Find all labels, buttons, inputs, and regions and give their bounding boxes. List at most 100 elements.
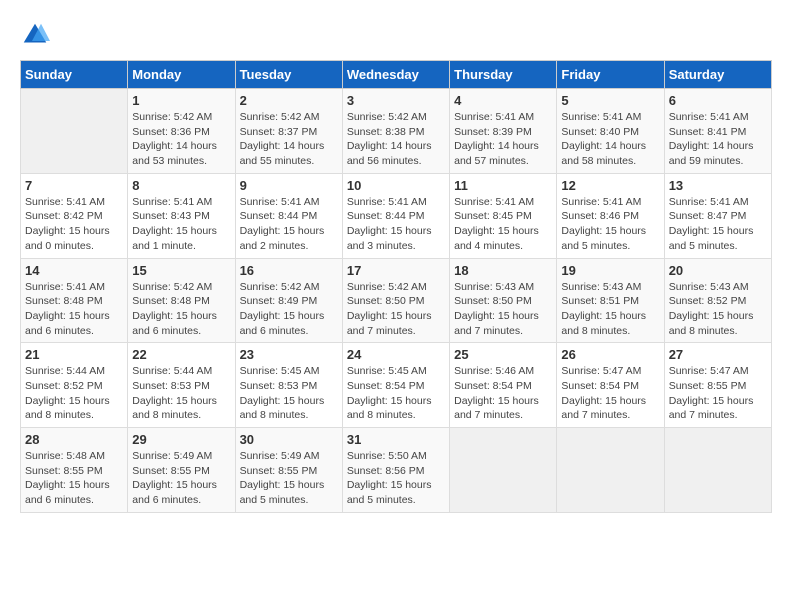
calendar-cell: 31 Sunrise: 5:50 AM Sunset: 8:56 PM Dayli… [342, 428, 449, 513]
calendar-cell: 14 Sunrise: 5:41 AM Sunset: 8:48 PM Dayli… [21, 258, 128, 343]
calendar-cell: 3 Sunrise: 5:42 AM Sunset: 8:38 PM Daylig… [342, 89, 449, 174]
day-number: 19 [561, 263, 659, 278]
calendar-cell: 4 Sunrise: 5:41 AM Sunset: 8:39 PM Daylig… [450, 89, 557, 174]
day-info: Sunrise: 5:41 AM Sunset: 8:45 PM Dayligh… [454, 195, 552, 254]
day-number: 27 [669, 347, 767, 362]
day-info: Sunrise: 5:41 AM Sunset: 8:43 PM Dayligh… [132, 195, 230, 254]
calendar-cell: 24 Sunrise: 5:45 AM Sunset: 8:54 PM Dayli… [342, 343, 449, 428]
day-number: 16 [240, 263, 338, 278]
calendar-cell: 28Sunrise: 5:48 AM Sunset: 8:55 PM Dayli… [21, 428, 128, 513]
day-number: 3 [347, 93, 445, 108]
day-info: Sunrise: 5:47 AM Sunset: 8:54 PM Dayligh… [561, 364, 659, 423]
day-info: Sunrise: 5:48 AM Sunset: 8:55 PM Dayligh… [25, 449, 123, 508]
day-info: Sunrise: 5:41 AM Sunset: 8:46 PM Dayligh… [561, 195, 659, 254]
calendar-table: SundayMondayTuesdayWednesdayThursdayFrid… [20, 60, 772, 513]
day-number: 24 [347, 347, 445, 362]
calendar-week-row: 28Sunrise: 5:48 AM Sunset: 8:55 PM Dayli… [21, 428, 772, 513]
day-info: Sunrise: 5:42 AM Sunset: 8:48 PM Dayligh… [132, 280, 230, 339]
day-info: Sunrise: 5:45 AM Sunset: 8:54 PM Dayligh… [347, 364, 445, 423]
calendar-cell: 30 Sunrise: 5:49 AM Sunset: 8:55 PM Dayli… [235, 428, 342, 513]
day-number: 11 [454, 178, 552, 193]
calendar-cell: 12 Sunrise: 5:41 AM Sunset: 8:46 PM Dayli… [557, 173, 664, 258]
calendar-cell: 13 Sunrise: 5:41 AM Sunset: 8:47 PM Dayli… [664, 173, 771, 258]
day-info: Sunrise: 5:41 AM Sunset: 8:42 PM Dayligh… [25, 195, 123, 254]
day-info: Sunrise: 5:46 AM Sunset: 8:54 PM Dayligh… [454, 364, 552, 423]
calendar-cell [21, 89, 128, 174]
calendar-cell: 7 Sunrise: 5:41 AM Sunset: 8:42 PM Daylig… [21, 173, 128, 258]
day-number: 4 [454, 93, 552, 108]
weekday-header-monday: Monday [128, 61, 235, 89]
calendar-week-row: 1Sunrise: 5:42 AM Sunset: 8:36 PM Daylig… [21, 89, 772, 174]
calendar-cell: 6 Sunrise: 5:41 AM Sunset: 8:41 PM Daylig… [664, 89, 771, 174]
day-number: 6 [669, 93, 767, 108]
day-number: 31 [347, 432, 445, 447]
calendar-cell: 22 Sunrise: 5:44 AM Sunset: 8:53 PM Dayli… [128, 343, 235, 428]
day-number: 2 [240, 93, 338, 108]
calendar-cell: 1Sunrise: 5:42 AM Sunset: 8:36 PM Daylig… [128, 89, 235, 174]
day-number: 25 [454, 347, 552, 362]
day-info: Sunrise: 5:47 AM Sunset: 8:55 PM Dayligh… [669, 364, 767, 423]
weekday-header-wednesday: Wednesday [342, 61, 449, 89]
calendar-cell: 25 Sunrise: 5:46 AM Sunset: 8:54 PM Dayli… [450, 343, 557, 428]
day-info: Sunrise: 5:42 AM Sunset: 8:50 PM Dayligh… [347, 280, 445, 339]
weekday-header-saturday: Saturday [664, 61, 771, 89]
day-info: Sunrise: 5:44 AM Sunset: 8:52 PM Dayligh… [25, 364, 123, 423]
day-number: 8 [132, 178, 230, 193]
calendar-cell: 16 Sunrise: 5:42 AM Sunset: 8:49 PM Dayli… [235, 258, 342, 343]
day-info: Sunrise: 5:41 AM Sunset: 8:41 PM Dayligh… [669, 110, 767, 169]
page-header [20, 20, 772, 50]
day-info: Sunrise: 5:44 AM Sunset: 8:53 PM Dayligh… [132, 364, 230, 423]
day-number: 10 [347, 178, 445, 193]
calendar-cell: 26Sunrise: 5:47 AM Sunset: 8:54 PM Dayli… [557, 343, 664, 428]
day-info: Sunrise: 5:43 AM Sunset: 8:51 PM Dayligh… [561, 280, 659, 339]
day-number: 13 [669, 178, 767, 193]
day-number: 18 [454, 263, 552, 278]
calendar-cell: 20 Sunrise: 5:43 AM Sunset: 8:52 PM Dayli… [664, 258, 771, 343]
calendar-week-row: 21 Sunrise: 5:44 AM Sunset: 8:52 PM Dayli… [21, 343, 772, 428]
calendar-week-row: 7 Sunrise: 5:41 AM Sunset: 8:42 PM Daylig… [21, 173, 772, 258]
day-info: Sunrise: 5:41 AM Sunset: 8:47 PM Dayligh… [669, 195, 767, 254]
day-info: Sunrise: 5:49 AM Sunset: 8:55 PM Dayligh… [240, 449, 338, 508]
calendar-cell: 17 Sunrise: 5:42 AM Sunset: 8:50 PM Dayli… [342, 258, 449, 343]
day-number: 22 [132, 347, 230, 362]
day-info: Sunrise: 5:42 AM Sunset: 8:49 PM Dayligh… [240, 280, 338, 339]
calendar-cell: 10 Sunrise: 5:41 AM Sunset: 8:44 PM Dayli… [342, 173, 449, 258]
day-info: Sunrise: 5:43 AM Sunset: 8:50 PM Dayligh… [454, 280, 552, 339]
calendar-cell: 21 Sunrise: 5:44 AM Sunset: 8:52 PM Dayli… [21, 343, 128, 428]
weekday-header-friday: Friday [557, 61, 664, 89]
day-info: Sunrise: 5:41 AM Sunset: 8:39 PM Dayligh… [454, 110, 552, 169]
day-info: Sunrise: 5:50 AM Sunset: 8:56 PM Dayligh… [347, 449, 445, 508]
calendar-cell: 18 Sunrise: 5:43 AM Sunset: 8:50 PM Dayli… [450, 258, 557, 343]
calendar-cell: 5Sunrise: 5:41 AM Sunset: 8:40 PM Daylig… [557, 89, 664, 174]
day-number: 7 [25, 178, 123, 193]
calendar-cell: 9 Sunrise: 5:41 AM Sunset: 8:44 PM Daylig… [235, 173, 342, 258]
calendar-cell: 15 Sunrise: 5:42 AM Sunset: 8:48 PM Dayli… [128, 258, 235, 343]
day-number: 29 [132, 432, 230, 447]
calendar-cell [664, 428, 771, 513]
day-number: 12 [561, 178, 659, 193]
calendar-cell: 19 Sunrise: 5:43 AM Sunset: 8:51 PM Dayli… [557, 258, 664, 343]
day-info: Sunrise: 5:43 AM Sunset: 8:52 PM Dayligh… [669, 280, 767, 339]
day-info: Sunrise: 5:41 AM Sunset: 8:44 PM Dayligh… [347, 195, 445, 254]
day-number: 20 [669, 263, 767, 278]
day-info: Sunrise: 5:41 AM Sunset: 8:48 PM Dayligh… [25, 280, 123, 339]
day-number: 15 [132, 263, 230, 278]
day-info: Sunrise: 5:42 AM Sunset: 8:36 PM Dayligh… [132, 110, 230, 169]
weekday-header-sunday: Sunday [21, 61, 128, 89]
day-number: 21 [25, 347, 123, 362]
day-info: Sunrise: 5:42 AM Sunset: 8:38 PM Dayligh… [347, 110, 445, 169]
day-info: Sunrise: 5:42 AM Sunset: 8:37 PM Dayligh… [240, 110, 338, 169]
calendar-cell: 23Sunrise: 5:45 AM Sunset: 8:53 PM Dayli… [235, 343, 342, 428]
day-info: Sunrise: 5:45 AM Sunset: 8:53 PM Dayligh… [240, 364, 338, 423]
calendar-cell: 8 Sunrise: 5:41 AM Sunset: 8:43 PM Daylig… [128, 173, 235, 258]
day-info: Sunrise: 5:41 AM Sunset: 8:44 PM Dayligh… [240, 195, 338, 254]
calendar-week-row: 14 Sunrise: 5:41 AM Sunset: 8:48 PM Dayli… [21, 258, 772, 343]
day-number: 17 [347, 263, 445, 278]
calendar-cell: 11 Sunrise: 5:41 AM Sunset: 8:45 PM Dayli… [450, 173, 557, 258]
day-number: 30 [240, 432, 338, 447]
calendar-cell: 2 Sunrise: 5:42 AM Sunset: 8:37 PM Daylig… [235, 89, 342, 174]
day-number: 9 [240, 178, 338, 193]
logo-icon [20, 20, 50, 50]
calendar-cell [450, 428, 557, 513]
day-number: 14 [25, 263, 123, 278]
